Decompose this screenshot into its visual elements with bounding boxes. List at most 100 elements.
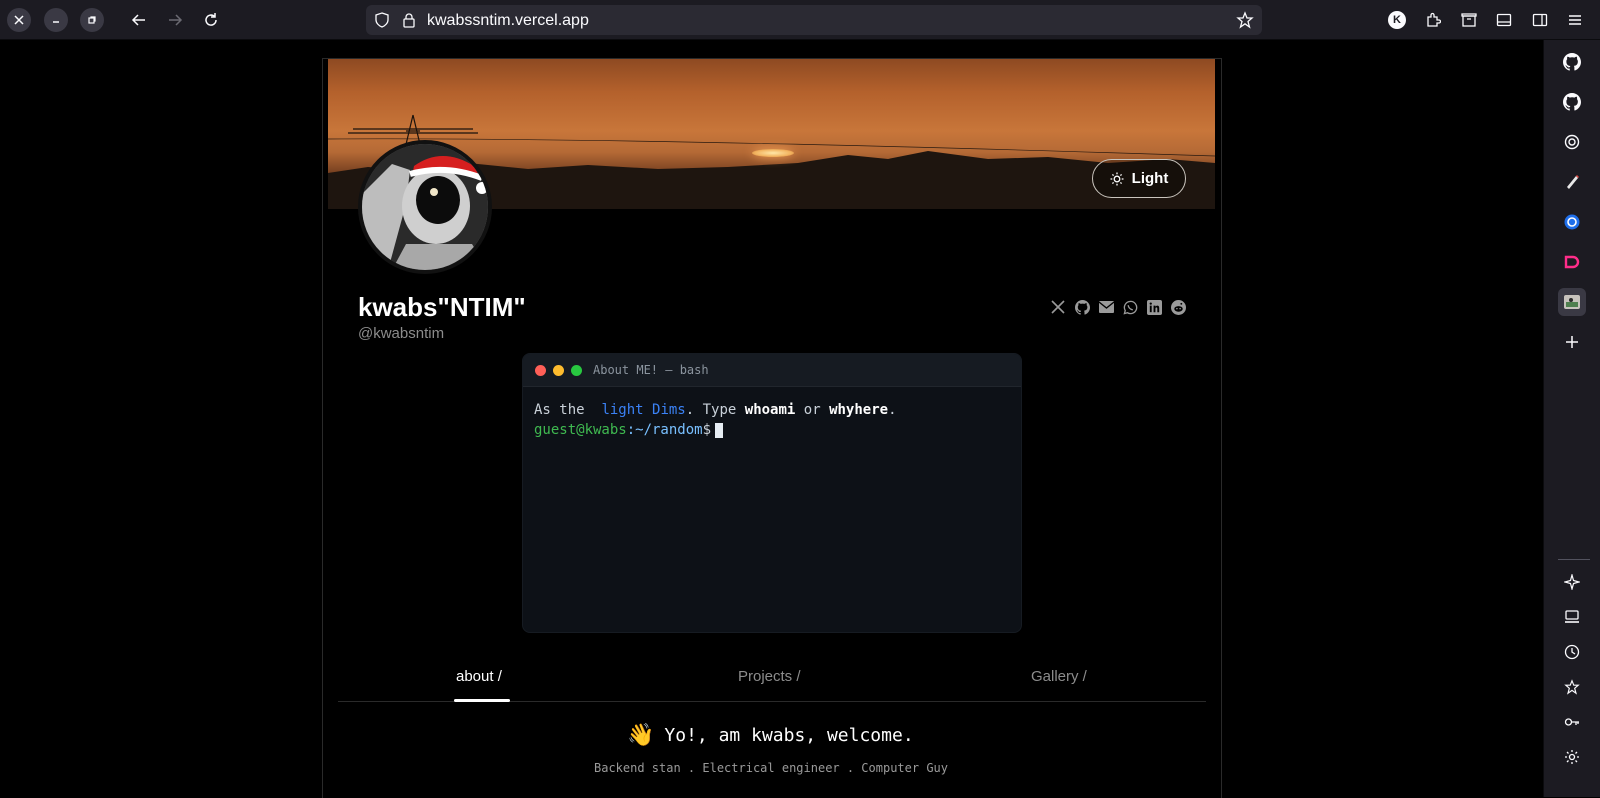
- shield-icon[interactable]: [374, 12, 390, 28]
- tab-about[interactable]: about /: [456, 668, 502, 685]
- terminal-maximize-dot: [571, 364, 582, 376]
- lock-icon[interactable]: [401, 12, 417, 28]
- welcome-heading: 👋 Yo!, am kwabs, welcome.: [627, 723, 914, 748]
- intro-or: or: [795, 402, 830, 418]
- arrow-left-icon: [131, 14, 145, 26]
- whatsapp-link[interactable]: [1121, 298, 1139, 316]
- intro-highlight: light Dims: [601, 402, 686, 418]
- x-link[interactable]: [1049, 298, 1067, 316]
- sidebar-settings[interactable]: [1558, 743, 1586, 771]
- sun-icon: [1110, 172, 1124, 185]
- active-tab-indicator: [454, 699, 510, 702]
- terminal-intro-line: As the light Dims. Type whoami or whyher…: [534, 400, 1010, 420]
- back-button[interactable]: [127, 8, 151, 32]
- intro-prefix: As the: [534, 402, 594, 418]
- sidebar-pink-app[interactable]: [1558, 248, 1586, 276]
- url-bar[interactable]: kwabssntim.vercel.app: [366, 5, 1262, 35]
- terminal-window[interactable]: About ME! — bash As the light Dims. Type…: [522, 353, 1022, 633]
- sidebar-icon: [1532, 13, 1548, 27]
- prompt-path: :~/random: [626, 422, 703, 438]
- browser-sidebar: [1543, 40, 1600, 797]
- browser-toolbar: kwabssntim.vercel.app K: [0, 0, 1600, 40]
- close-icon: [14, 15, 24, 25]
- theme-toggle-label: Light: [1131, 170, 1169, 187]
- sun-shape: [752, 149, 794, 157]
- profile-handle: @kwabsntim: [358, 325, 445, 342]
- whoami-command: whoami: [744, 402, 796, 418]
- github-link[interactable]: [1073, 298, 1091, 316]
- terminal-close-dot: [535, 364, 546, 376]
- sidebar-pen-app[interactable]: [1558, 168, 1586, 196]
- account-button[interactable]: K: [1386, 9, 1408, 31]
- account-avatar-icon: K: [1388, 11, 1406, 29]
- tab-gallery[interactable]: Gallery /: [1031, 668, 1087, 685]
- intro-mid: . Type: [685, 402, 745, 418]
- github-icon: [1563, 93, 1581, 111]
- pen-icon: [1567, 175, 1579, 189]
- terminal-titlebar: About ME! — bash: [523, 354, 1021, 387]
- site-thumbnail-icon: [1564, 295, 1580, 309]
- linkedin-link[interactable]: [1145, 298, 1163, 316]
- wave-emoji: 👋: [627, 723, 655, 748]
- close-window-button[interactable]: [7, 8, 31, 32]
- sidebar-bookmarks[interactable]: [1558, 673, 1586, 701]
- key-icon: [1564, 718, 1579, 726]
- web-page: Light kwabs"NTIM" @kwabsntim About ME! —…: [0, 40, 1543, 798]
- sidebar-active-site[interactable]: [1558, 288, 1586, 316]
- sidebar-github-1[interactable]: [1558, 48, 1586, 76]
- profile-name: kwabs"NTIM": [358, 292, 526, 322]
- restore-window-button[interactable]: [80, 8, 104, 32]
- reddit-link[interactable]: [1169, 298, 1187, 316]
- bookmark-star-icon[interactable]: [1236, 11, 1254, 29]
- minimize-icon: [53, 21, 59, 23]
- mail-link[interactable]: [1097, 298, 1115, 316]
- sidebar-history[interactable]: [1558, 638, 1586, 666]
- social-links: [1049, 298, 1187, 316]
- containers-button[interactable]: [1458, 9, 1480, 31]
- reddit-icon: [1170, 299, 1186, 315]
- minimize-window-button[interactable]: [44, 8, 68, 32]
- sidebar-synced-tabs[interactable]: [1558, 603, 1586, 631]
- prompt-symbol: $: [702, 422, 712, 438]
- sidebar-chatgpt[interactable]: [1558, 128, 1586, 156]
- terminal-minimize-dot: [553, 364, 564, 376]
- sidebar-ai-chatbot[interactable]: [1558, 568, 1586, 596]
- gear-icon: [1565, 750, 1579, 764]
- prompt-user: guest@kwabs: [534, 422, 627, 438]
- theme-toggle-button[interactable]: Light: [1092, 159, 1186, 198]
- reader-view-button[interactable]: [1493, 9, 1515, 31]
- section-tabs: about / Projects / Gallery /: [338, 668, 1206, 702]
- extensions-button[interactable]: [1422, 9, 1444, 31]
- welcome-text: Yo!, am kwabs, welcome.: [664, 725, 914, 746]
- sidebar-divider: [1558, 559, 1590, 560]
- menu-button[interactable]: [1564, 9, 1586, 31]
- terminal-prompt-line[interactable]: guest@kwabs:~/random$: [534, 420, 1010, 440]
- tab-projects[interactable]: Projects /: [738, 668, 801, 685]
- arrow-right-icon: [169, 14, 183, 26]
- sidebar-blue-app[interactable]: [1558, 208, 1586, 236]
- sidebar-passwords[interactable]: [1558, 708, 1586, 736]
- whyhere-command: whyhere: [829, 402, 889, 418]
- url-text[interactable]: kwabssntim.vercel.app: [427, 12, 589, 30]
- sidebar-toggle-button[interactable]: [1529, 9, 1551, 31]
- terminal-body[interactable]: As the light Dims. Type whoami or whyher…: [523, 387, 1021, 453]
- restore-icon: [88, 16, 96, 24]
- intro-period: .: [888, 402, 897, 418]
- mail-icon: [1098, 301, 1114, 313]
- sidebar-add-button[interactable]: [1558, 328, 1586, 356]
- terminal-cursor: [715, 422, 724, 438]
- terminal-title: About ME! — bash: [593, 363, 709, 377]
- github-icon: [1074, 299, 1090, 315]
- clock-icon: [1564, 644, 1580, 660]
- puzzle-icon: [1427, 12, 1441, 27]
- forward-button[interactable]: [163, 8, 187, 32]
- openai-icon: [1564, 134, 1580, 150]
- layout-icon: [1496, 13, 1512, 27]
- pink-app-icon: [1564, 255, 1580, 269]
- profile-avatar: [358, 140, 492, 274]
- reload-button[interactable]: [199, 8, 223, 32]
- box-icon: [1461, 13, 1477, 27]
- sidebar-github-2[interactable]: [1558, 88, 1586, 116]
- whatsapp-icon: [1122, 300, 1137, 315]
- linkedin-icon: [1146, 299, 1162, 315]
